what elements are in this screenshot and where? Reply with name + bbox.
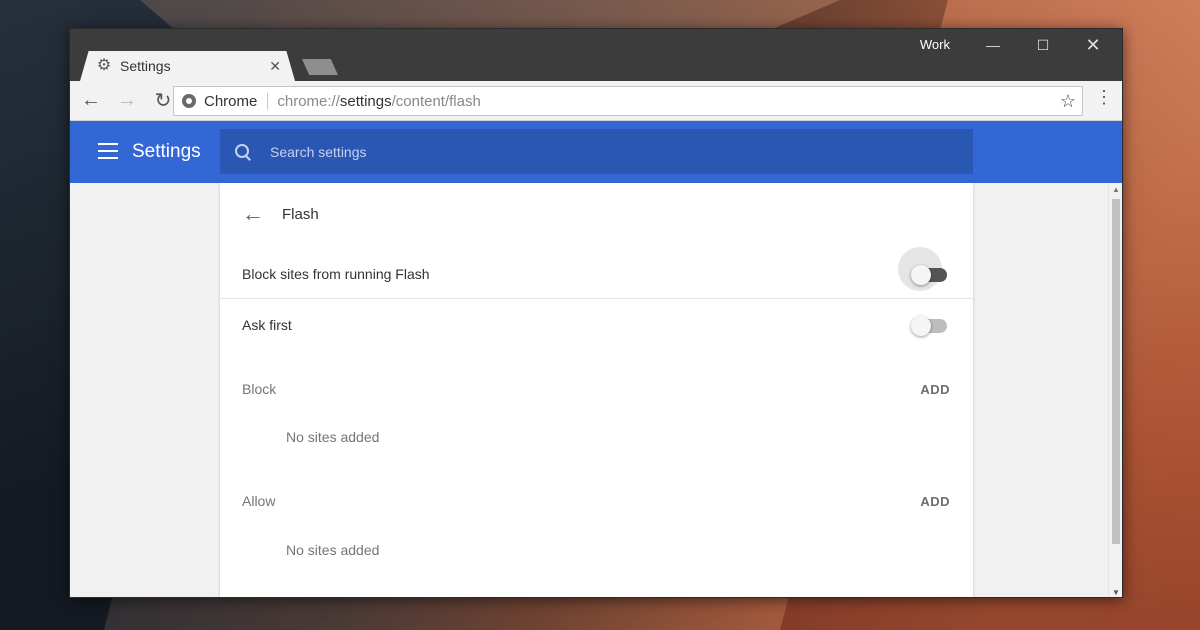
- page-scrollbar[interactable]: ▲ ▼: [1108, 183, 1122, 597]
- ask-first-toggle[interactable]: [911, 316, 947, 336]
- back-arrow-icon[interactable]: ←: [242, 201, 264, 227]
- tab-close-icon[interactable]: ✕: [269, 58, 281, 75]
- scrollbar-thumb[interactable]: [1112, 199, 1120, 544]
- browser-toolbar: ← → ↻ Chrome chrome://settings/content/f…: [70, 81, 1122, 121]
- card-header: ← Flash: [220, 183, 973, 245]
- page-title: Settings: [132, 141, 201, 162]
- allow-add-button[interactable]: ADD: [920, 494, 950, 509]
- browser-menu-icon[interactable]: ⋮: [1094, 87, 1114, 108]
- search-input[interactable]: [270, 143, 870, 160]
- minimize-button[interactable]: —: [968, 29, 1018, 61]
- ask-first-row[interactable]: Ask first: [220, 300, 973, 350]
- block-flash-label: Block sites from running Flash: [242, 265, 430, 282]
- tab-title: Settings: [120, 58, 171, 74]
- block-empty-text: No sites added: [286, 429, 380, 445]
- allow-empty-text: No sites added: [286, 542, 380, 558]
- title-bar: ⚙ Settings ✕ Work — ☐ ✕: [70, 29, 1122, 81]
- address-bar[interactable]: Chrome chrome://settings/content/flash ☆: [173, 86, 1083, 116]
- toggle-knob: [911, 316, 931, 336]
- search-box[interactable]: [220, 129, 973, 174]
- forward-button[interactable]: →: [112, 86, 142, 116]
- url-text[interactable]: chrome://settings/content/flash: [277, 93, 480, 110]
- back-button[interactable]: ←: [76, 86, 106, 116]
- block-section-header: Block ADD: [220, 369, 973, 409]
- allow-section-header: Allow ADD: [220, 481, 973, 521]
- url-path: /content/flash: [391, 92, 481, 110]
- hamburger-menu-icon[interactable]: [98, 143, 118, 164]
- card-title: Flash: [282, 205, 319, 223]
- ask-first-label: Ask first: [242, 317, 292, 333]
- block-flash-row[interactable]: Block sites from running Flash: [220, 247, 973, 299]
- chrome-icon: [182, 94, 196, 108]
- bookmark-star-icon[interactable]: ☆: [1060, 91, 1076, 112]
- url-host: settings: [339, 92, 392, 110]
- toggle-knob: [911, 265, 931, 285]
- block-section-label: Block: [242, 381, 277, 397]
- flash-settings-card: ← Flash Block sites from running Flash A…: [220, 183, 973, 597]
- maximize-button[interactable]: ☐: [1018, 29, 1068, 61]
- new-tab-button[interactable]: [302, 59, 338, 75]
- search-icon: [234, 143, 252, 161]
- profile-name[interactable]: Work: [920, 37, 950, 52]
- gear-icon: ⚙: [96, 57, 112, 74]
- tab-settings[interactable]: ⚙ Settings ✕: [80, 51, 295, 81]
- scroll-up-arrow-icon[interactable]: ▲: [1112, 185, 1120, 194]
- url-prefix: chrome://: [277, 92, 340, 110]
- settings-header: Settings: [70, 121, 1122, 183]
- browser-window: ⚙ Settings ✕ Work — ☐ ✕ ← → ↻ Chrome chr…: [69, 28, 1123, 598]
- scroll-down-arrow-icon[interactable]: ▼: [1112, 588, 1120, 597]
- content-area: ← Flash Block sites from running Flash A…: [70, 183, 1110, 597]
- block-flash-toggle[interactable]: [911, 265, 947, 285]
- allow-section-label: Allow: [242, 493, 276, 509]
- block-add-button[interactable]: ADD: [920, 382, 950, 397]
- close-window-button[interactable]: ✕: [1068, 29, 1118, 61]
- omnibox-chip[interactable]: Chrome: [204, 92, 269, 110]
